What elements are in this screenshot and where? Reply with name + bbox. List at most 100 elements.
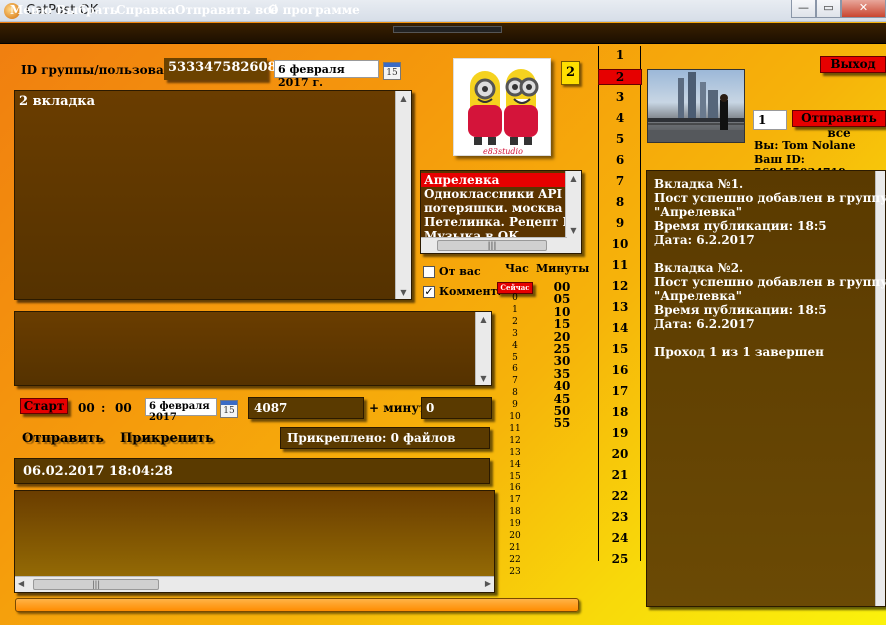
from-you-checkbox[interactable]	[423, 266, 435, 278]
hour-option[interactable]: 4	[505, 341, 525, 351]
hour-option[interactable]: 8	[505, 388, 525, 398]
tab-number-17[interactable]: 17	[598, 384, 642, 400]
tab-number-8[interactable]: 8	[598, 195, 642, 211]
send-button[interactable]: Отправить	[22, 431, 104, 446]
minute-option[interactable]: 55	[542, 416, 582, 430]
tab-number-15[interactable]: 15	[598, 342, 642, 358]
start-minute[interactable]: 00	[115, 401, 132, 415]
groups-hscrollbar[interactable]: |||	[421, 237, 567, 253]
tab-number-9[interactable]: 9	[598, 216, 642, 232]
notes-text-area[interactable]: ◀ ||| ▶	[14, 490, 495, 593]
start-hour[interactable]: 00	[78, 401, 95, 415]
tab-number-list[interactable]: 1 2 3 4 5 6 7 8 9 10 11 12 13 14 15 16 17 18 19 20 21 22 23 24 2…	[598, 48, 642, 568]
hour-option[interactable]: 19	[505, 519, 525, 529]
scroll-down-icon[interactable]: ▼	[396, 285, 411, 299]
hour-option[interactable]: 12	[505, 436, 525, 446]
group-list-item[interactable]: Апрелевка	[421, 173, 567, 187]
hour-option[interactable]: 7	[505, 376, 525, 386]
tab-number-14[interactable]: 14	[598, 321, 642, 337]
hour-option[interactable]: 15	[505, 472, 525, 482]
groups-list[interactable]: Апрелевка Одноклассники API потеряшки. мос…	[420, 170, 582, 254]
hour-option[interactable]: 17	[505, 495, 525, 505]
tab-number-2[interactable]: 2	[598, 69, 642, 85]
hour-option[interactable]: 9	[505, 400, 525, 410]
scroll-down-icon[interactable]: ▼	[566, 223, 581, 237]
comment-checkbox[interactable]: ✓	[423, 286, 435, 298]
tab-number-22[interactable]: 22	[598, 489, 642, 505]
tab-number-11[interactable]: 11	[598, 258, 642, 274]
hour-option[interactable]: 0	[505, 293, 525, 303]
calendar-icon[interactable]: 15	[220, 400, 238, 418]
scroll-up-icon[interactable]: ▲	[566, 171, 581, 185]
tab-number-7[interactable]: 7	[598, 174, 642, 190]
hour-option[interactable]: 16	[505, 483, 525, 493]
plus-minutes-input[interactable]: 0	[421, 397, 492, 419]
group-list-item[interactable]: Одноклассники API	[421, 187, 567, 201]
hour-option[interactable]: 23	[505, 567, 525, 577]
tab-number-21[interactable]: 21	[598, 468, 642, 484]
maximize-button[interactable]: ▭	[816, 0, 841, 18]
menu-select[interactable]: Выбрать	[56, 3, 118, 17]
tab-number-25[interactable]: 25	[598, 552, 642, 568]
hour-option[interactable]: 3	[505, 329, 525, 339]
hour-option[interactable]: 1	[505, 305, 525, 315]
exit-button[interactable]: Выход	[820, 56, 886, 73]
tab-number-23[interactable]: 23	[598, 510, 642, 526]
editor-scrollbar[interactable]: ▲ ▼	[395, 91, 411, 299]
tab-number-5[interactable]: 5	[598, 132, 642, 148]
menu-main[interactable]: Меню	[10, 3, 52, 17]
scroll-up-icon[interactable]: ▲	[396, 91, 411, 105]
menu-about[interactable]: О программе	[268, 3, 360, 17]
secondary-scrollbar[interactable]: ▲ ▼	[475, 312, 491, 385]
minute-list[interactable]: 00 05 10 15 20 25 30 35 40 45 50 55	[542, 280, 582, 450]
menu-help[interactable]: Справка	[116, 3, 175, 17]
hour-option[interactable]: 18	[505, 507, 525, 517]
tab-number-18[interactable]: 18	[598, 405, 642, 421]
notes-hscrollbar[interactable]: ◀ ||| ▶	[15, 576, 494, 592]
scroll-right-icon[interactable]: ▶	[485, 579, 491, 588]
toolbar-grip[interactable]	[393, 26, 502, 33]
date-picker[interactable]: 6 февраля 2017 г.	[274, 60, 379, 89]
hour-option[interactable]: 2	[505, 317, 525, 327]
secondary-text-box[interactable]: ▲ ▼	[14, 311, 492, 386]
scroll-up-icon[interactable]: ▲	[476, 312, 491, 326]
menu-send-all[interactable]: Отправить всё	[175, 3, 278, 17]
attach-button[interactable]: Прикрепить	[120, 431, 214, 446]
send-count-input[interactable]: 1	[753, 110, 787, 130]
start-date-picker[interactable]: 6 февраля 2017	[145, 398, 217, 423]
scroll-down-icon[interactable]: ▼	[476, 371, 491, 385]
tab-number-20[interactable]: 20	[598, 447, 642, 463]
close-window-button[interactable]: ✕	[841, 0, 886, 18]
tab-number-10[interactable]: 10	[598, 237, 642, 253]
tab-number-6[interactable]: 6	[598, 153, 642, 169]
hour-option[interactable]: 6	[505, 364, 525, 374]
hour-option[interactable]: 11	[505, 424, 525, 434]
scroll-left-icon[interactable]: ◀	[18, 579, 24, 588]
tab-number-24[interactable]: 24	[598, 531, 642, 547]
tab-number-13[interactable]: 13	[598, 300, 642, 316]
hour-option[interactable]: 13	[505, 448, 525, 458]
hour-option[interactable]: 14	[505, 460, 525, 470]
post-text-editor[interactable]: 2 вкладка ▲ ▼	[14, 90, 412, 300]
tab-number-16[interactable]: 16	[598, 363, 642, 379]
groups-scrollbar[interactable]: ▲ ▼	[565, 171, 581, 253]
start-button[interactable]: Старт	[20, 398, 68, 414]
calendar-icon[interactable]: 15	[383, 62, 401, 80]
hour-option[interactable]: 21	[505, 543, 525, 553]
tab-number-3[interactable]: 3	[598, 90, 642, 106]
hour-option[interactable]: 5	[505, 353, 525, 363]
tab-number-12[interactable]: 12	[598, 279, 642, 295]
tab-number-4[interactable]: 4	[598, 111, 642, 127]
interval-input[interactable]: 4087	[248, 397, 364, 419]
hour-list[interactable]: 0 1 2 3 4 5 6 7 8 9 10 11 12 13 14 15 16 17 18 19 20 21 22 23	[505, 293, 525, 583]
minimize-button[interactable]: —	[791, 0, 816, 18]
hour-option[interactable]: 20	[505, 531, 525, 541]
group-list-item[interactable]: потеряшки. москва	[421, 201, 567, 215]
hour-option[interactable]: 10	[505, 412, 525, 422]
group-list-item[interactable]: Петелинка. Рецепт Моих Б	[421, 215, 581, 229]
tab-number-19[interactable]: 19	[598, 426, 642, 442]
tab-number-1[interactable]: 1	[598, 48, 642, 64]
hour-option[interactable]: 22	[505, 555, 525, 565]
publish-log[interactable]: Вкладка №1. Пост успешно добавлен в групп…	[646, 170, 886, 607]
group-id-input[interactable]: 5333475826083	[164, 58, 286, 80]
